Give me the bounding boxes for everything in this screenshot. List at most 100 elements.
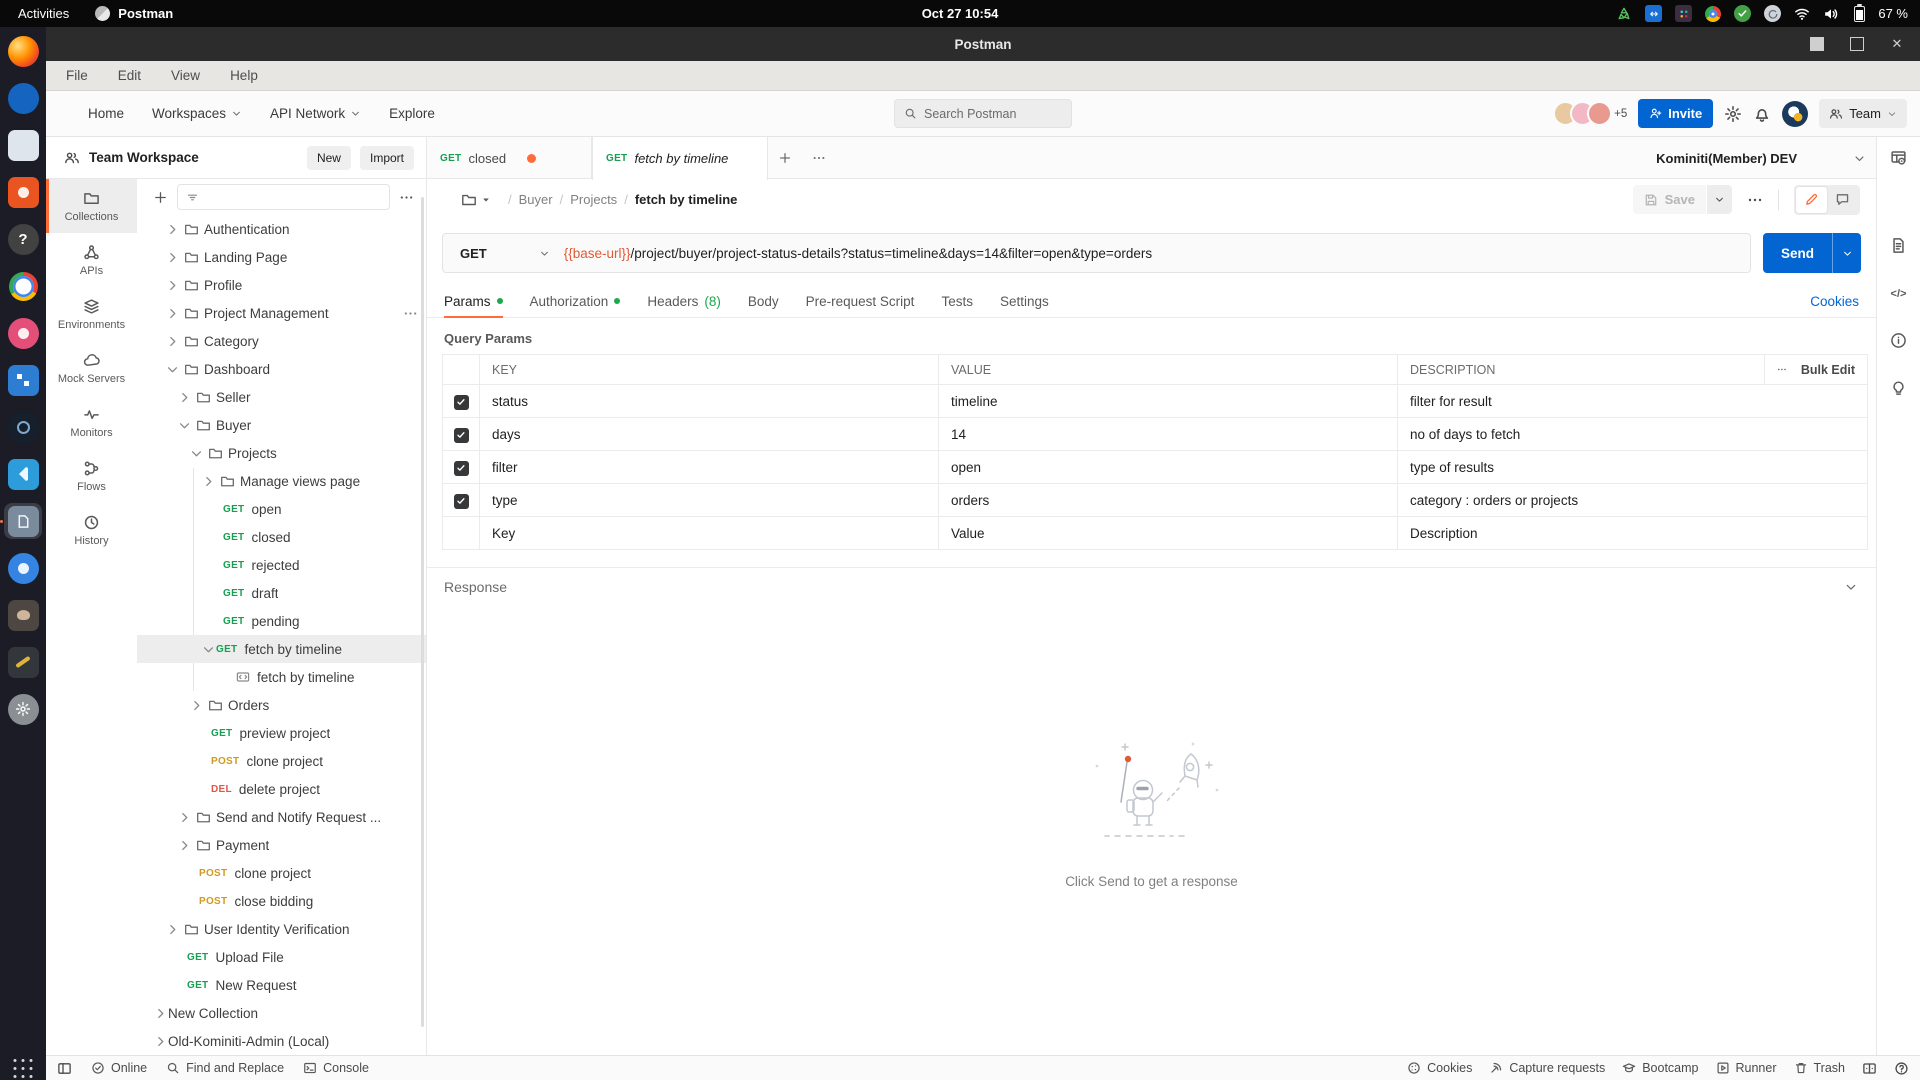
tree-request-new-request[interactable]: GETNew Request	[137, 971, 426, 999]
tree-folder-project-management[interactable]: Project Management	[137, 299, 426, 327]
tree-request-draft[interactable]: GETdraft	[137, 579, 426, 607]
chevron-right-icon[interactable]	[177, 838, 192, 853]
teamviewer-indicator-icon[interactable]	[1645, 5, 1662, 22]
tree-folder-dashboard[interactable]: Dashboard	[137, 355, 426, 383]
help-icon[interactable]	[1894, 1061, 1909, 1076]
tree-request-clone-project[interactable]: POSTclone project	[137, 747, 426, 775]
statusbar-capture-requests[interactable]: Capture requests	[1489, 1061, 1605, 1075]
sidebar-rail-history[interactable]: History	[46, 503, 137, 557]
team-menu-button[interactable]: Team	[1819, 99, 1907, 128]
files-dock-icon[interactable]	[4, 127, 42, 163]
param-value-cell[interactable]: timeline	[939, 385, 1398, 418]
param-checkbox[interactable]	[454, 428, 469, 443]
url-input[interactable]: GET {{base-url}}/project/buyer/project-s…	[442, 233, 1751, 273]
chevron-right-icon[interactable]	[201, 474, 216, 489]
chevron-right-icon[interactable]	[165, 222, 180, 237]
menu-file[interactable]: File	[66, 68, 88, 83]
battery-icon[interactable]	[1854, 6, 1865, 22]
volume-icon[interactable]	[1823, 6, 1839, 22]
tree-request-closed[interactable]: GETclosed	[137, 523, 426, 551]
search-input[interactable]: Search Postman	[894, 99, 1072, 128]
chevron-down-icon[interactable]	[177, 418, 192, 433]
param-description-cell[interactable]: no of days to fetch	[1398, 418, 1868, 451]
nav-api-network[interactable]: API Network	[270, 106, 361, 121]
breadcrumb-buyer[interactable]: Buyer	[519, 192, 553, 207]
toggle-sidebar-icon[interactable]	[57, 1061, 72, 1076]
slack-indicator-icon[interactable]	[1675, 5, 1692, 22]
statusbar-bootcamp[interactable]: Bootcamp	[1622, 1061, 1698, 1075]
remote-desktop-dock-icon[interactable]	[4, 362, 42, 398]
postman-dock-icon[interactable]	[4, 503, 42, 539]
request-tab-tests[interactable]: Tests	[941, 285, 973, 317]
chevron-right-icon[interactable]	[177, 810, 192, 825]
open-tab-fetch-by-timeline[interactable]: GETfetch by timeline	[592, 137, 768, 180]
chrome-indicator-icon[interactable]	[1705, 6, 1721, 22]
focused-app-menu[interactable]: Postman	[95, 6, 173, 21]
maximize-button[interactable]	[1850, 37, 1864, 51]
filter-input[interactable]	[177, 184, 390, 210]
settings-gear-icon[interactable]	[1724, 105, 1742, 123]
chevron-right-icon[interactable]	[165, 278, 180, 293]
chevron-right-icon[interactable]	[165, 306, 180, 321]
request-more-icon[interactable]	[1747, 192, 1763, 208]
tree-folder-manage-views-page[interactable]: Manage views page	[137, 467, 426, 495]
chevron-down-icon[interactable]	[1844, 580, 1858, 594]
thunderbird-dock-icon[interactable]	[4, 80, 42, 116]
help-dock-icon[interactable]: ?	[4, 221, 42, 257]
new-tab-button[interactable]	[768, 137, 802, 179]
statusbar-runner[interactable]: Runner	[1716, 1061, 1777, 1075]
param-description-cell[interactable]: category : orders or projects	[1398, 484, 1868, 517]
info-icon[interactable]	[1890, 332, 1907, 349]
pink-app-dock-icon[interactable]	[4, 315, 42, 351]
open-tab-closed[interactable]: GETclosed	[427, 137, 592, 179]
tree-folder-authentication[interactable]: Authentication	[137, 215, 426, 243]
statusbar-trash[interactable]: Trash	[1794, 1061, 1846, 1075]
spiral-indicator-icon[interactable]	[1764, 5, 1781, 22]
more-icon[interactable]	[403, 306, 418, 321]
param-description-cell[interactable]: type of results	[1398, 451, 1868, 484]
nav-explore[interactable]: Explore	[389, 106, 435, 121]
response-section-header[interactable]: Response	[427, 568, 1876, 606]
environment-quick-look-icon[interactable]	[1890, 149, 1907, 166]
param-value-placeholder[interactable]: Value	[939, 517, 1398, 550]
gimp-dock-icon[interactable]	[4, 597, 42, 633]
chrome-dock-icon[interactable]	[4, 268, 42, 304]
edit-mode-button[interactable]	[1796, 187, 1827, 213]
blue-app-dock-icon[interactable]	[4, 550, 42, 586]
param-key-cell[interactable]: days	[480, 418, 939, 451]
param-description-cell[interactable]: filter for result	[1398, 385, 1868, 418]
tree-folder-projects[interactable]: Projects	[137, 439, 426, 467]
bulk-edit-button[interactable]: Bulk Edit	[1801, 363, 1855, 377]
tree-request-rejected[interactable]: GETrejected	[137, 551, 426, 579]
sidebar-rail-collections[interactable]: Collections	[46, 179, 137, 233]
chevron-right-icon[interactable]	[177, 390, 192, 405]
tree-folder-payment[interactable]: Payment	[137, 831, 426, 859]
chevron-right-icon[interactable]	[165, 922, 180, 937]
chevron-right-icon[interactable]	[165, 250, 180, 265]
new-button[interactable]: New	[307, 146, 351, 170]
breadcrumb-projects[interactable]: Projects	[570, 192, 617, 207]
nav-home[interactable]: Home	[88, 106, 124, 121]
recycle-indicator-icon[interactable]	[1616, 6, 1632, 22]
request-tab-settings[interactable]: Settings	[1000, 285, 1049, 317]
cookies-link[interactable]: Cookies	[1810, 294, 1859, 309]
invite-button[interactable]: Invite	[1638, 99, 1713, 128]
chevron-down-icon[interactable]	[165, 362, 180, 377]
statusbar-console[interactable]: Console	[303, 1061, 369, 1075]
statusbar-find-and-replace[interactable]: Find and Replace	[166, 1061, 284, 1075]
tree-request-preview-project[interactable]: GETpreview project	[137, 719, 426, 747]
param-value-cell[interactable]: 14	[939, 418, 1398, 451]
param-key-cell[interactable]: filter	[480, 451, 939, 484]
close-button[interactable]: ✕	[1890, 37, 1904, 51]
pulse-lightbulb-icon[interactable]	[1890, 379, 1907, 396]
tree-example-fetch-by-timeline[interactable]: fetch by timeline	[137, 663, 426, 691]
add-collection-icon[interactable]	[153, 190, 168, 205]
method-select[interactable]: GET	[443, 246, 564, 261]
param-checkbox[interactable]	[454, 461, 469, 476]
tree-request-close-bidding[interactable]: POSTclose bidding	[137, 887, 426, 915]
save-options-button[interactable]	[1707, 185, 1732, 214]
account-avatar[interactable]	[1782, 101, 1808, 127]
param-key-placeholder[interactable]: Key	[480, 517, 939, 550]
param-checkbox[interactable]	[454, 395, 469, 410]
param-key-cell[interactable]: status	[480, 385, 939, 418]
